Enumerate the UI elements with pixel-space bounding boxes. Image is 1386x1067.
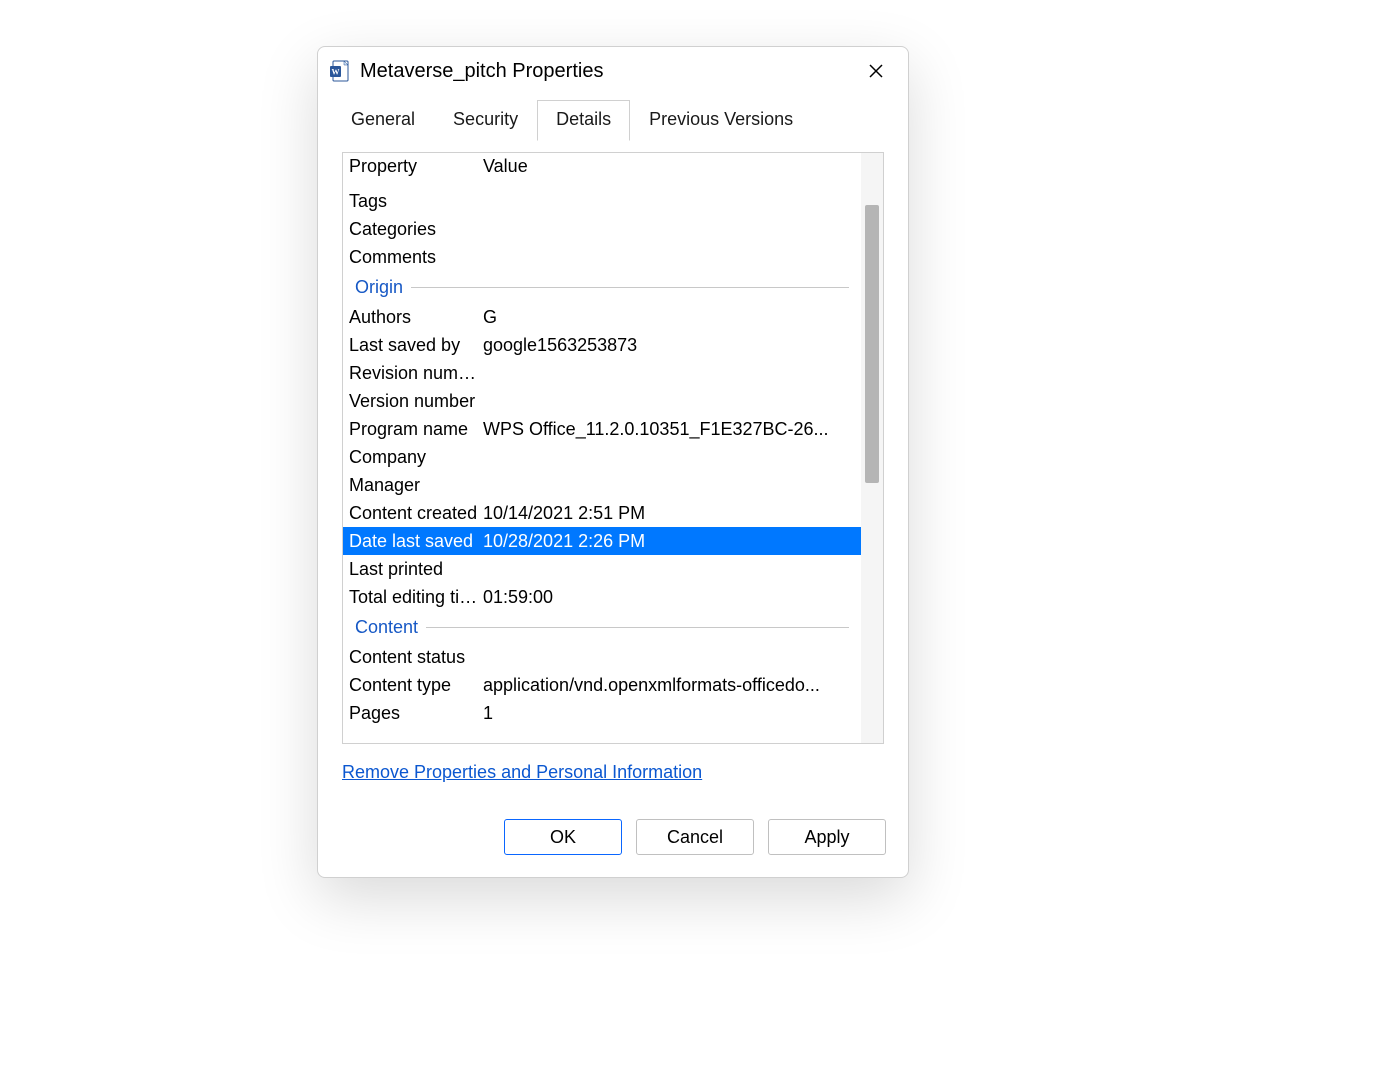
- svg-text:W: W: [332, 68, 340, 77]
- tab-general[interactable]: General: [332, 100, 434, 141]
- cancel-button[interactable]: Cancel: [636, 819, 754, 855]
- divider: [426, 627, 849, 628]
- column-value[interactable]: Value: [483, 156, 528, 177]
- tab-previous-versions[interactable]: Previous Versions: [630, 100, 812, 141]
- row-total-editing-time[interactable]: Total editing time 01:59:00: [343, 583, 861, 611]
- prop-label: Total editing time: [349, 587, 483, 608]
- row-content-type[interactable]: Content type application/vnd.openxmlform…: [343, 671, 861, 699]
- row-program-name[interactable]: Program name WPS Office_11.2.0.10351_F1E…: [343, 415, 861, 443]
- prop-value: google1563253873: [483, 335, 855, 356]
- group-label: Content: [355, 617, 418, 638]
- row-last-printed[interactable]: Last printed: [343, 555, 861, 583]
- row-manager[interactable]: Manager: [343, 471, 861, 499]
- properties-dialog: W Metaverse_pitch Properties General Sec…: [317, 46, 909, 878]
- prop-label: Categories: [349, 219, 483, 240]
- prop-label: Content status: [349, 647, 483, 668]
- prop-label: Date last saved: [349, 531, 483, 552]
- row-company[interactable]: Company: [343, 443, 861, 471]
- close-button[interactable]: [858, 57, 894, 85]
- close-icon: [869, 64, 883, 78]
- row-content-created[interactable]: Content created 10/14/2021 2:51 PM: [343, 499, 861, 527]
- row-tags[interactable]: Tags: [343, 187, 861, 215]
- prop-value: WPS Office_11.2.0.10351_F1E327BC-26...: [483, 419, 855, 440]
- column-property[interactable]: Property: [349, 156, 417, 177]
- vertical-scrollbar[interactable]: [861, 153, 883, 743]
- prop-label: Comments: [349, 247, 483, 268]
- row-categories[interactable]: Categories: [343, 215, 861, 243]
- rows-viewport: Subject Tags Categories Comments: [343, 183, 883, 743]
- details-list[interactable]: Property Value Subject Tags Categories: [342, 152, 884, 744]
- prop-label: Pages: [349, 703, 483, 724]
- row-last-saved-by[interactable]: Last saved by google1563253873: [343, 331, 861, 359]
- tabstrip: General Security Details Previous Versio…: [318, 93, 908, 140]
- row-date-last-saved[interactable]: Date last saved 10/28/2021 2:26 PM: [343, 527, 861, 555]
- prop-label: Content created: [349, 503, 483, 524]
- row-authors[interactable]: Authors G: [343, 303, 861, 331]
- tab-details[interactable]: Details: [537, 100, 630, 141]
- word-doc-icon: W: [330, 60, 350, 82]
- prop-value: 01:59:00: [483, 587, 855, 608]
- prop-label: Content type: [349, 675, 483, 696]
- prop-value: 10/14/2021 2:51 PM: [483, 503, 855, 524]
- prop-label: Manager: [349, 475, 483, 496]
- prop-value: G: [483, 307, 855, 328]
- row-content-status[interactable]: Content status: [343, 643, 861, 671]
- prop-value: application/vnd.openxmlformats-officedo.…: [483, 675, 855, 696]
- row-comments[interactable]: Comments: [343, 243, 861, 271]
- prop-value: 10/28/2021 2:26 PM: [483, 531, 855, 552]
- prop-label: Last saved by: [349, 335, 483, 356]
- dialog-title: Metaverse_pitch Properties: [360, 60, 848, 83]
- prop-label: Program name: [349, 419, 483, 440]
- row-revision-number[interactable]: Revision number: [343, 359, 861, 387]
- prop-label: Subject: [349, 183, 483, 184]
- dialog-buttons: OK Cancel Apply: [318, 793, 908, 877]
- remove-properties-link[interactable]: Remove Properties and Personal Informati…: [342, 762, 702, 783]
- group-label: Origin: [355, 277, 403, 298]
- titlebar: W Metaverse_pitch Properties: [318, 47, 908, 93]
- prop-label: Company: [349, 447, 483, 468]
- scrollbar-thumb[interactable]: [865, 205, 879, 483]
- apply-button[interactable]: Apply: [768, 819, 886, 855]
- details-panel: Property Value Subject Tags Categories: [318, 140, 908, 793]
- prop-label: Revision number: [349, 363, 483, 384]
- prop-value: 1: [483, 703, 855, 724]
- prop-label: Last printed: [349, 559, 483, 580]
- column-headers: Property Value: [343, 153, 861, 183]
- prop-label: Version number: [349, 391, 483, 412]
- prop-label: Tags: [349, 191, 483, 212]
- group-origin: Origin: [343, 271, 861, 303]
- tab-security[interactable]: Security: [434, 100, 537, 141]
- divider: [411, 287, 849, 288]
- prop-label: Authors: [349, 307, 483, 328]
- ok-button[interactable]: OK: [504, 819, 622, 855]
- row-pages[interactable]: Pages 1: [343, 699, 861, 727]
- row-version-number[interactable]: Version number: [343, 387, 861, 415]
- group-content: Content: [343, 611, 861, 643]
